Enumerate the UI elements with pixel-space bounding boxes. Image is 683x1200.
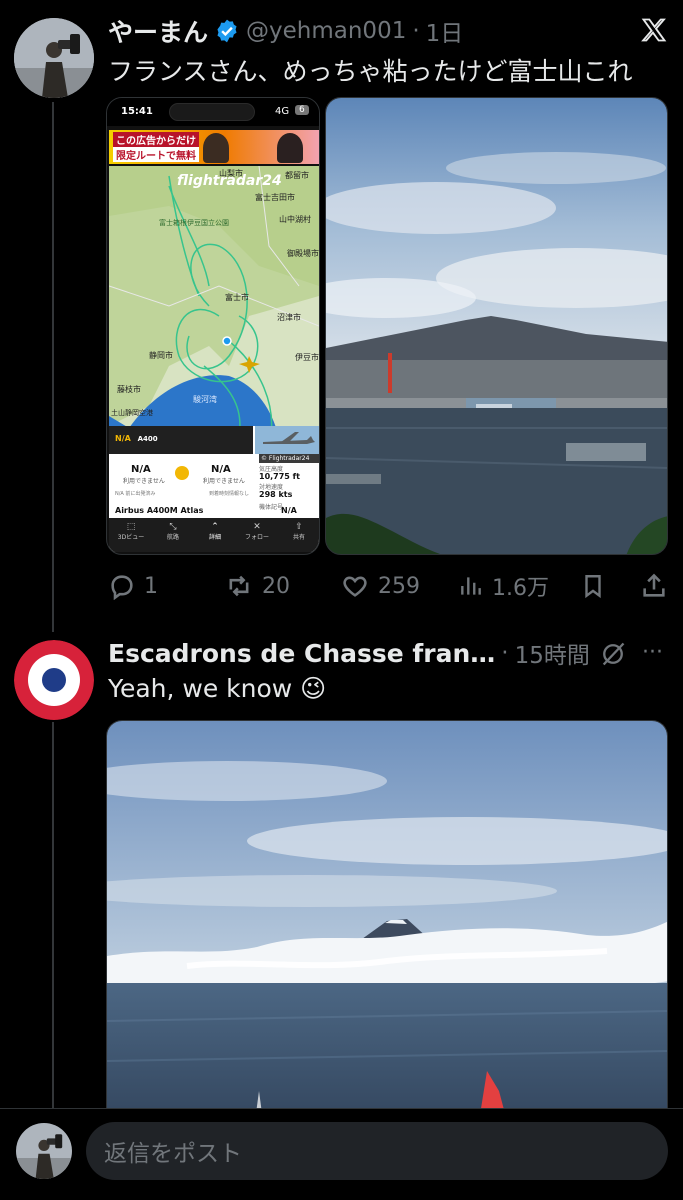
dynamic-island <box>169 103 255 121</box>
status-note-right: 到着時刻情報なし <box>209 491 250 497</box>
my-avatar[interactable] <box>16 1123 72 1179</box>
roundel-avatar[interactable] <box>14 640 94 720</box>
repost-button[interactable]: 20 <box>224 566 290 606</box>
user-avatar[interactable] <box>14 18 94 98</box>
views-button[interactable]: 1.6万 <box>458 566 549 606</box>
map-label-shizuoka: 静岡市 <box>149 351 173 360</box>
ad-text-line2: 限定ルートで無料 <box>113 147 199 162</box>
reg-label: 機体記号 <box>259 504 284 511</box>
ad-banner[interactable]: この広告からだけ 限定ルートで無料 <box>109 130 319 164</box>
flight-info-panel[interactable]: N/A A400 © Flightradar24 N/A 利用できません N/A… <box>109 426 319 552</box>
nav-label: 航路 <box>166 534 179 541</box>
display-name[interactable]: Escadrons de Chasse fran… <box>108 639 495 668</box>
reply-icon <box>111 575 133 600</box>
nav-label: 詳細 <box>208 534 221 541</box>
nav-route[interactable]: ⤡ 航路 <box>155 522 191 541</box>
user-handle[interactable]: @yehman001 <box>246 18 406 44</box>
map-label-airport: 土山静岡空港 <box>111 409 153 417</box>
flight-code: N/A <box>115 434 131 443</box>
aircraft-model: Airbus A400M Atlas <box>115 506 204 515</box>
reply-count: 1 <box>144 573 158 599</box>
nav-label: フォロー <box>244 534 269 541</box>
ad-text-line1: この広告からだけ <box>113 132 199 147</box>
tweet-image-fuji-harbor[interactable] <box>325 97 668 555</box>
speed-value: 298 kts <box>259 490 293 499</box>
like-count: 259 <box>378 573 420 599</box>
plane-icon <box>175 466 189 480</box>
view-count: 1.6万 <box>492 576 549 601</box>
tweet2-header: Escadrons de Chasse fran… · 15時間 <box>108 636 590 670</box>
tweet-image-screenshot[interactable]: 15:41 4G 6 この広告からだけ 限定ルートで無料 flightradar… <box>106 97 320 555</box>
reply-placeholder: 返信をポスト <box>104 1141 242 1167</box>
nav-details[interactable]: ⌃ 詳細 <box>197 522 233 541</box>
separator: · <box>501 640 509 666</box>
tweet-actions: 1 20 259 1.6万 <box>108 566 668 606</box>
verified-badge-icon <box>214 18 240 44</box>
map-label-izu: 伊豆市 <box>295 353 319 362</box>
repost-count: 20 <box>262 573 290 599</box>
map-label-numazu: 沼津市 <box>277 313 301 322</box>
map-label-yamanakako: 山中湖村 <box>279 215 311 224</box>
map-label-gotemba: 御殿場市 <box>287 249 319 258</box>
photo-credit: © Flightradar24 <box>259 454 319 463</box>
repost-icon <box>229 575 249 597</box>
nav-follow[interactable]: ✕ フォロー <box>239 522 275 541</box>
tweet1-header: やーまん @yehman001 · 1日 <box>108 14 463 48</box>
flight-id-bar: N/A A400 <box>109 426 253 454</box>
reply-bar: 返信をポスト <box>0 1108 683 1200</box>
like-button[interactable]: 259 <box>340 566 420 606</box>
from-sub: 利用できません <box>123 478 165 485</box>
phone-status-bar: 15:41 4G 6 <box>107 98 319 126</box>
ad-person-icon <box>277 133 303 163</box>
tweet-time[interactable]: 15時間 <box>515 636 590 670</box>
map-label-tsuru: 都留市 <box>285 171 309 180</box>
status-time: 15:41 <box>121 106 153 117</box>
share-button[interactable] <box>640 566 668 606</box>
grok-icon[interactable] <box>598 640 628 668</box>
share-icon <box>643 573 665 597</box>
display-name[interactable]: やーまん <box>108 13 208 49</box>
map-label-fujieda: 藤枝市 <box>117 385 141 394</box>
aircraft-thumbnail <box>255 426 319 454</box>
bookmark-icon <box>585 575 601 599</box>
nav-3d-view[interactable]: ⬚ 3Dビュー <box>113 522 149 541</box>
tweet-time[interactable]: 1日 <box>426 14 464 48</box>
views-icon <box>461 577 481 595</box>
app-bottom-nav: ⬚ 3Dビュー ⤡ 航路 ⌃ 詳細 ✕ フォロー ⇧ 共有 <box>109 518 319 552</box>
from-code: N/A <box>131 464 151 475</box>
battery-icon: 6 <box>295 105 309 115</box>
reply-input[interactable]: 返信をポスト <box>86 1122 668 1180</box>
map-label-park: 富士箱根伊豆国立公園 <box>159 219 229 227</box>
more-options-button[interactable]: ··· <box>642 640 663 665</box>
bookmark-button[interactable] <box>580 566 606 606</box>
separator: · <box>412 18 420 44</box>
map-label-fujiyoshida: 富士吉田市 <box>255 193 295 202</box>
french-roundel-icon <box>14 640 94 720</box>
tweet-text: Yeah, we know 😉 <box>108 674 327 703</box>
to-code: N/A <box>211 464 231 475</box>
thread-line <box>52 722 54 1108</box>
nav-share[interactable]: ⇧ 共有 <box>281 522 317 541</box>
reg-value: N/A <box>281 506 297 515</box>
avatar-photo-icon <box>14 18 94 98</box>
ad-person-icon <box>203 133 229 163</box>
network-type: 4G <box>275 106 290 117</box>
heart-icon <box>343 576 367 597</box>
nav-label: 3Dビュー <box>117 534 145 541</box>
avatar-photo-icon <box>16 1123 72 1179</box>
alt-value: 10,775 ft <box>259 472 300 481</box>
thread-line <box>52 102 54 632</box>
tweet-image-fuji-aerial[interactable] <box>106 720 668 1120</box>
nav-label: 共有 <box>292 534 305 541</box>
to-sub: 利用できません <box>203 478 245 485</box>
x-logo-icon[interactable] <box>640 16 668 44</box>
map-label-suruga: 駿河湾 <box>193 395 217 404</box>
tweet-text: フランスさん、めっちゃ粘ったけど富士山これ <box>108 57 633 86</box>
status-note-left: N/A 前に出発済み <box>115 491 156 497</box>
map-label-yamanashi: 山梨市 <box>219 169 243 178</box>
aircraft-code: A400 <box>137 435 158 443</box>
reply-button[interactable]: 1 <box>108 566 158 606</box>
map-label-fuji: 富士市 <box>225 293 249 302</box>
